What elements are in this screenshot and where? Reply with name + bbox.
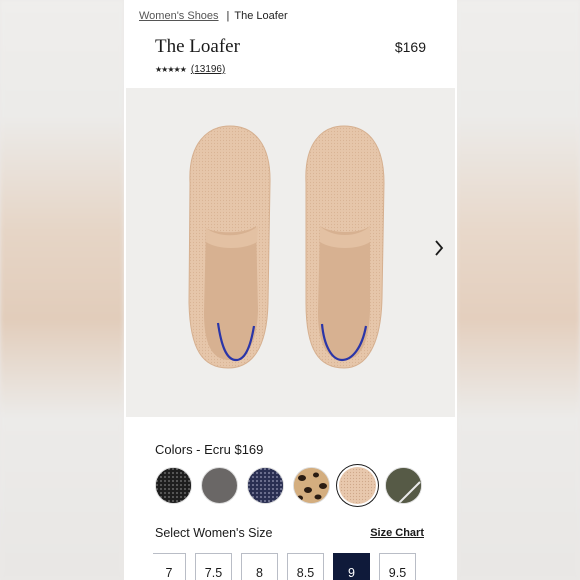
- left-shoe: [188, 125, 271, 369]
- size-option-9[interactable]: 9: [333, 553, 370, 580]
- size-option-7-5[interactable]: 7.5: [195, 553, 232, 580]
- color-swatches: [155, 467, 422, 504]
- loafers-illustration: [188, 125, 385, 369]
- colors-label: Colors - Ecru $169: [155, 442, 264, 457]
- product-title: The Loafer: [155, 36, 240, 57]
- swatch-ecru[interactable]: [339, 467, 376, 504]
- swatch-olive[interactable]: [385, 467, 422, 504]
- swatch-black[interactable]: [155, 467, 192, 504]
- size-chart-link[interactable]: Size Chart: [370, 527, 424, 539]
- size-option-8[interactable]: 8: [241, 553, 278, 580]
- size-option-9-5[interactable]: 9.5: [379, 553, 416, 580]
- product-price: $169: [394, 39, 426, 55]
- blurred-backdrop-right: [456, 0, 580, 580]
- star-rating-icon: ★★★★★: [155, 65, 187, 74]
- swatch-leopard[interactable]: [293, 467, 330, 504]
- swatch-grey[interactable]: [201, 467, 238, 504]
- size-label: Select Women's Size: [155, 526, 273, 540]
- size-option-8-5[interactable]: 8.5: [287, 553, 324, 580]
- rating: ★★★★★ (13196): [155, 64, 225, 75]
- breadcrumb-womens-shoes-link[interactable]: Women's Shoes: [139, 10, 219, 22]
- swatch-navy[interactable]: [247, 467, 284, 504]
- size-options: 7 7.5 8 8.5 9 9.5: [153, 553, 416, 580]
- chevron-right-icon[interactable]: [434, 240, 448, 264]
- product-image[interactable]: [126, 88, 455, 417]
- size-option-7[interactable]: 7: [153, 553, 186, 580]
- product-panel: Women's Shoes | The Loafer The Loafer $1…: [124, 0, 457, 580]
- breadcrumb: Women's Shoes | The Loafer: [139, 10, 288, 22]
- right-shoe: [305, 125, 385, 369]
- blurred-backdrop-left: [0, 0, 124, 580]
- breadcrumb-separator: |: [226, 10, 230, 22]
- review-count-link[interactable]: (13196): [191, 64, 225, 75]
- breadcrumb-current: The Loafer: [234, 10, 288, 22]
